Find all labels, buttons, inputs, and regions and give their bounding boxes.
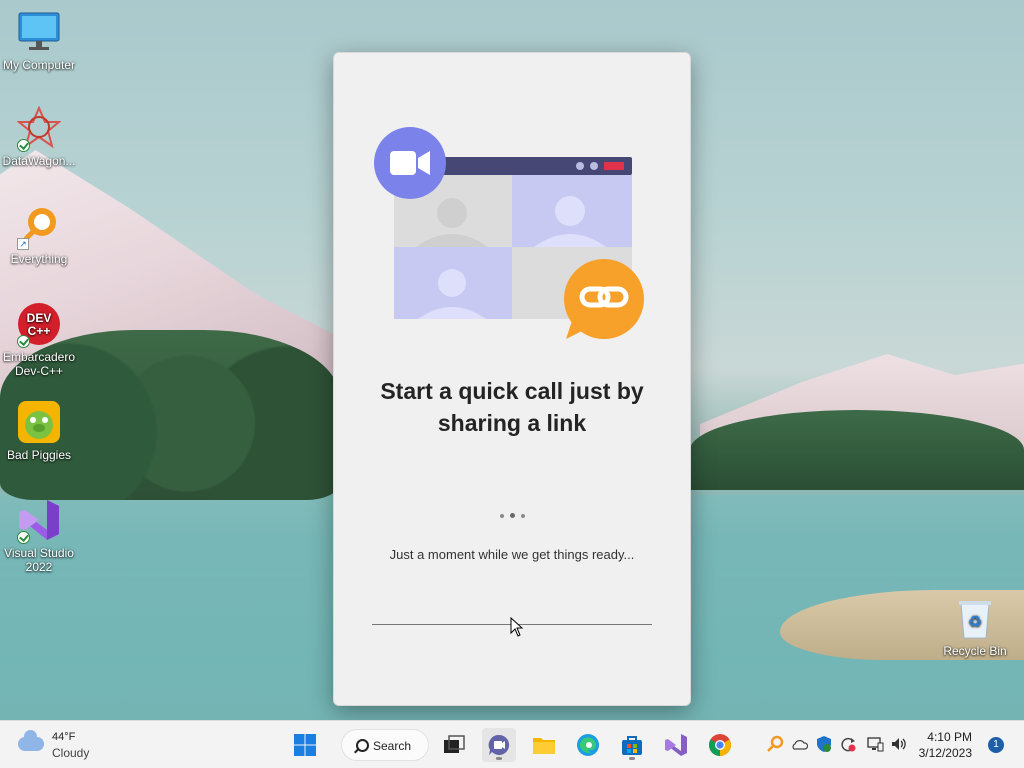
running-indicator	[629, 757, 635, 760]
devcpp-icon: DEV C++	[17, 302, 61, 348]
search-label: Search	[373, 739, 412, 753]
desktop-icon-label: Everything	[10, 252, 68, 266]
dialog-headline: Start a quick call just by sharing a lin…	[380, 378, 644, 436]
clock-time: 4:10 PM	[927, 730, 972, 744]
video-call-illustration	[374, 127, 644, 339]
mouse-cursor-icon	[510, 617, 524, 637]
desktop-icon-label: DataWagon...	[2, 154, 76, 168]
notification-badge[interactable]: 1	[988, 737, 1004, 753]
datawagon-icon	[16, 105, 62, 152]
chrome-button[interactable]	[703, 728, 737, 762]
visual-studio-icon	[17, 498, 61, 544]
sync-check-icon	[17, 139, 30, 152]
everything-tray-icon[interactable]	[766, 735, 784, 753]
desktop-icon-label: My Computer	[2, 58, 76, 72]
visual-studio-taskbar-button[interactable]	[659, 728, 693, 762]
desktop-icon-label: Recycle Bin	[943, 644, 1007, 658]
desktop-icon-label: Visual Studio 2022	[4, 546, 74, 574]
system-clock[interactable]: 4:10 PM 3/12/2023	[919, 729, 972, 761]
clock-date: 3/12/2023	[918, 746, 972, 760]
taskbar-search[interactable]: Search	[341, 729, 429, 761]
weather-temperature: 44°F	[52, 731, 76, 743]
desktop-icon-everything[interactable]: ↗ Everything	[1, 204, 77, 266]
desktop-icon-label: Bad Piggies	[6, 448, 72, 462]
taskbar: 44°F Cloudy Search 4:10 PM 3/12/2023 1	[0, 720, 1024, 768]
teams-chat-icon	[488, 734, 510, 755]
windows-logo-icon	[294, 734, 316, 756]
shortcut-arrow-icon: ↗	[17, 238, 29, 250]
svg-text:C++: C++	[28, 324, 51, 338]
store-button[interactable]	[615, 728, 649, 762]
start-button[interactable]	[288, 728, 322, 762]
everything-search-icon: ↗	[17, 204, 61, 250]
chrome-icon	[709, 734, 731, 756]
desktop-icon-bad-piggies[interactable]: Bad Piggies	[1, 400, 77, 462]
desktop-icon-devcpp[interactable]: DEV C++ Embarcadero Dev-C++	[1, 302, 77, 378]
sync-check-icon	[17, 531, 30, 544]
desktop-icon-label: Embarcadero Dev-C++	[2, 350, 76, 378]
edge-button[interactable]	[571, 728, 605, 762]
task-view-button[interactable]	[437, 728, 471, 762]
search-icon	[356, 739, 369, 752]
recycle-bin-icon: ♻	[953, 596, 997, 640]
svg-text:♻: ♻	[968, 612, 982, 631]
edge-browser-icon	[577, 734, 599, 756]
bad-piggies-icon	[17, 400, 61, 444]
onedrive-icon[interactable]	[790, 735, 808, 753]
file-explorer-button[interactable]	[527, 728, 561, 762]
monitor-icon	[17, 10, 61, 54]
wallpaper-trees-right	[690, 410, 1024, 490]
running-indicator	[496, 757, 502, 760]
teams-meet-now-dialog: Start a quick call just by sharing a lin…	[333, 52, 691, 706]
update-sync-icon[interactable]	[839, 735, 857, 753]
network-icon[interactable]	[866, 735, 884, 753]
desktop-icon-my-computer[interactable]: My Computer	[1, 10, 77, 72]
weather-condition: Cloudy	[52, 746, 90, 760]
desktop-icon-recycle-bin[interactable]: ♻ Recycle Bin	[937, 596, 1013, 658]
sync-check-icon	[17, 335, 30, 348]
desktop-icon-datawagon[interactable]: DataWagon...	[1, 105, 77, 168]
store-bag-icon	[622, 736, 642, 755]
desktop-icon-visual-studio[interactable]: Visual Studio 2022	[1, 498, 77, 574]
security-shield-icon[interactable]	[815, 735, 833, 753]
loading-dots	[334, 505, 690, 523]
volume-icon[interactable]	[890, 735, 908, 753]
task-view-icon	[444, 735, 465, 753]
teams-chat-button[interactable]	[482, 728, 516, 762]
loading-message: Just a moment while we get things ready.…	[389, 547, 635, 562]
svg-text:DEV: DEV	[27, 311, 52, 325]
folder-icon	[533, 738, 555, 754]
cloud-icon	[18, 730, 44, 751]
visual-studio-icon	[665, 734, 687, 756]
